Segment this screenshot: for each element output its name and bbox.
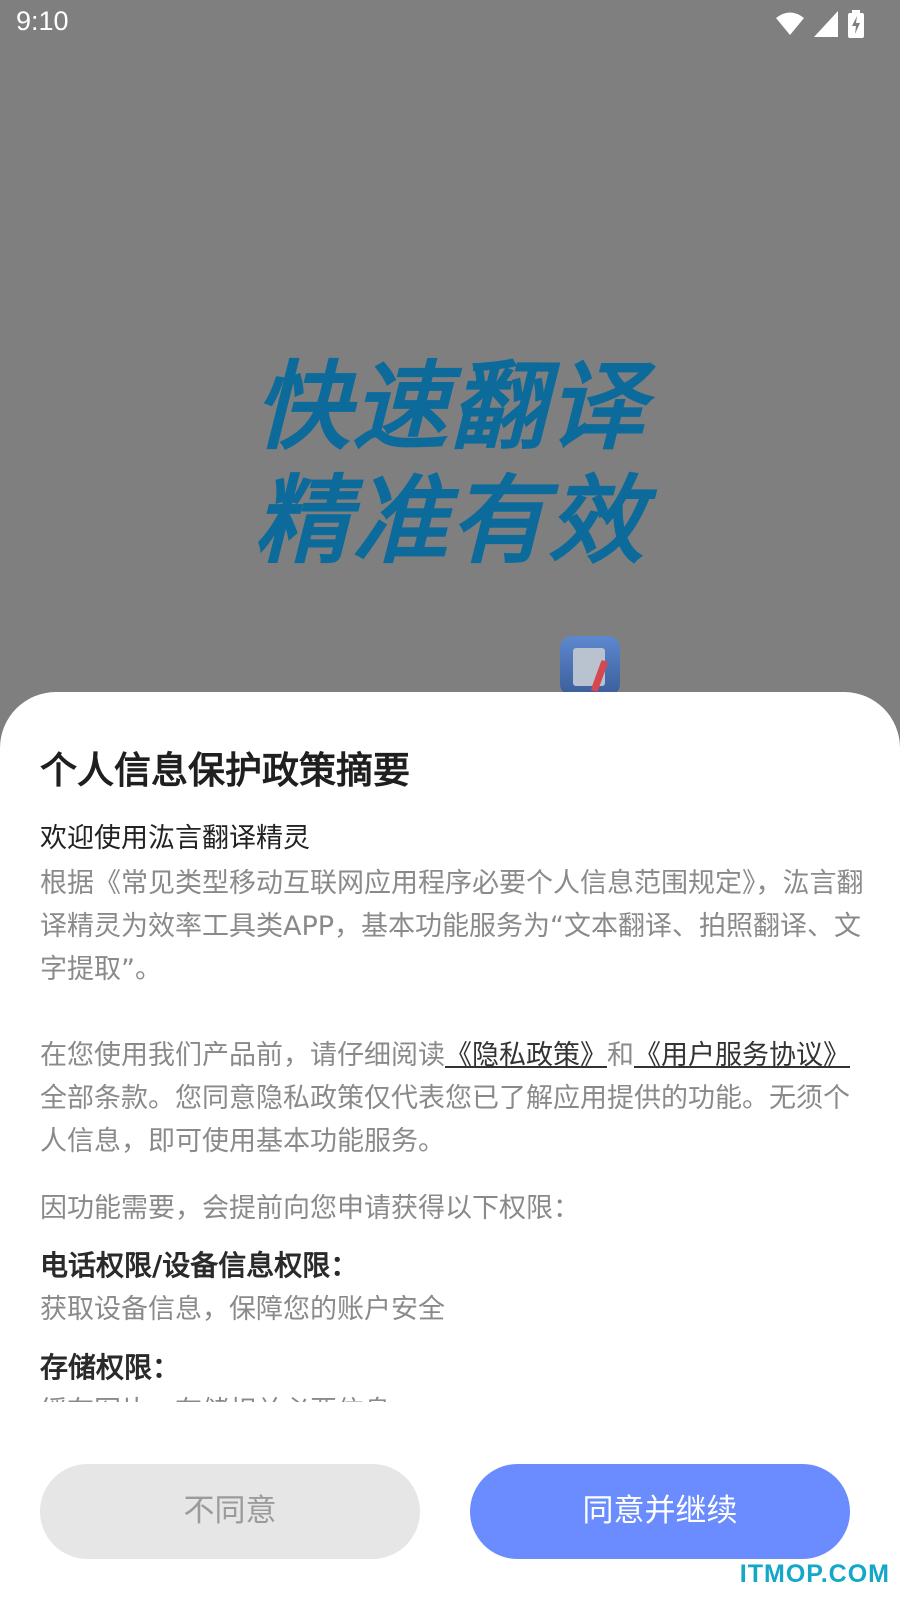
permission-storage-title: 存储权限： bbox=[40, 1351, 181, 1384]
battery-charging-icon bbox=[848, 10, 864, 38]
splash-slogan: 快速翻译 精准有效 bbox=[0, 350, 900, 578]
policy-paragraph-2: 在您使用我们产品前，请仔细阅读《隐私政策》和《用户服务协议》全部条款。您同意隐私… bbox=[40, 1034, 870, 1163]
paragraph-2-suffix: 全部条款。您同意隐私政策仅代表您已了解应用提供的功能。无须个人信息，即可使用基本… bbox=[40, 1083, 850, 1157]
policy-paragraph-3: 因功能需要，会提前向您申请获得以下权限： bbox=[40, 1193, 580, 1224]
paragraph-2-prefix: 在您使用我们产品前，请仔细阅读 bbox=[40, 1040, 445, 1071]
permission-phone-title: 电话权限/设备信息权限： bbox=[40, 1249, 359, 1282]
policy-paragraph-1: 根据《常见类型移动互联网应用程序必要个人信息范围规定》，汯言翻译精灵为效率工具类… bbox=[40, 868, 864, 985]
paragraph-2-and: 和 bbox=[607, 1040, 634, 1071]
app-logo-icon bbox=[560, 636, 620, 696]
status-time: 9:10 bbox=[16, 6, 69, 36]
permission-storage-desc: 缓存图片，存储相关必要信息 bbox=[40, 1390, 870, 1402]
signal-icon bbox=[814, 11, 838, 37]
dialog-title: 个人信息保护政策摘要 bbox=[40, 749, 410, 792]
accept-continue-button[interactable]: 同意并继续 bbox=[470, 1464, 850, 1559]
wifi-icon bbox=[776, 12, 804, 35]
decline-button[interactable]: 不同意 bbox=[40, 1464, 420, 1559]
slogan-line-2: 精准有效 bbox=[254, 465, 646, 577]
policy-scroll-area[interactable]: 根据《常见类型移动互联网应用程序必要个人信息范围规定》，汯言翻译精灵为效率工具类… bbox=[40, 862, 870, 1402]
watermark: ITMOP.COM bbox=[739, 1560, 890, 1588]
welcome-text: 欢迎使用汯言翻译精灵 bbox=[40, 823, 310, 854]
permission-phone-desc: 获取设备信息，保障您的账户安全 bbox=[40, 1294, 445, 1325]
status-icons bbox=[776, 10, 864, 38]
privacy-policy-link[interactable]: 《隐私政策》 bbox=[445, 1040, 607, 1071]
status-bar: 9:10 bbox=[0, 0, 900, 50]
slogan-line-1: 快速翻译 bbox=[254, 351, 646, 463]
user-service-agreement-link[interactable]: 《用户服务协议》 bbox=[634, 1040, 850, 1071]
